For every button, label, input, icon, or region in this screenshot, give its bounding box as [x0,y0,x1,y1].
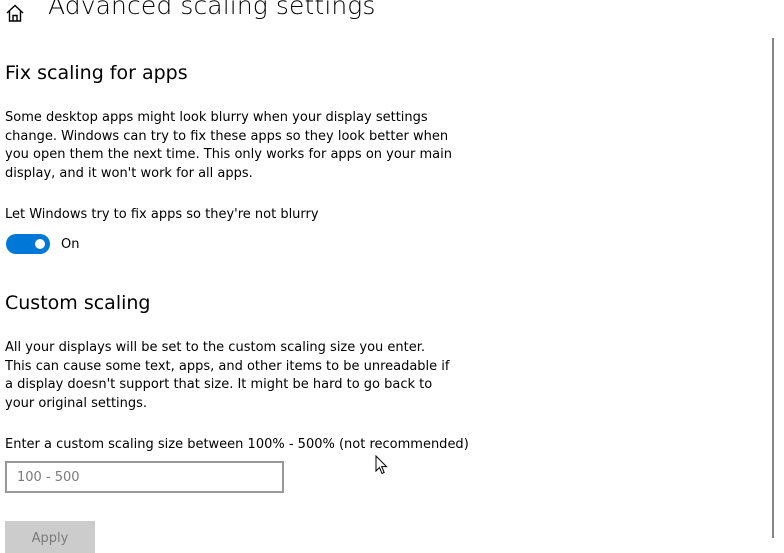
fix-apps-toggle-label: Let Windows try to fix apps so they're n… [5,207,319,222]
toggle-state-label: On [61,237,80,252]
scrollbar[interactable] [772,38,774,538]
toggle-knob [35,239,45,249]
custom-scaling-description: All your displays will be set to the cus… [5,340,450,411]
fix-apps-toggle[interactable] [6,234,50,254]
mouse-pointer-icon [375,455,388,475]
custom-scaling-heading: Custom scaling [5,292,151,314]
custom-scaling-input[interactable] [5,461,284,493]
page-title: Advanced scaling settings [48,0,376,20]
custom-scaling-input-label: Enter a custom scaling size between 100%… [5,437,469,452]
apply-button[interactable]: Apply [5,521,95,553]
settings-page: Advanced scaling settings Fix scaling fo… [0,0,784,553]
fix-scaling-heading: Fix scaling for apps [5,62,188,84]
fix-scaling-description: Some desktop apps might look blurry when… [5,110,453,181]
home-icon[interactable] [4,2,26,24]
